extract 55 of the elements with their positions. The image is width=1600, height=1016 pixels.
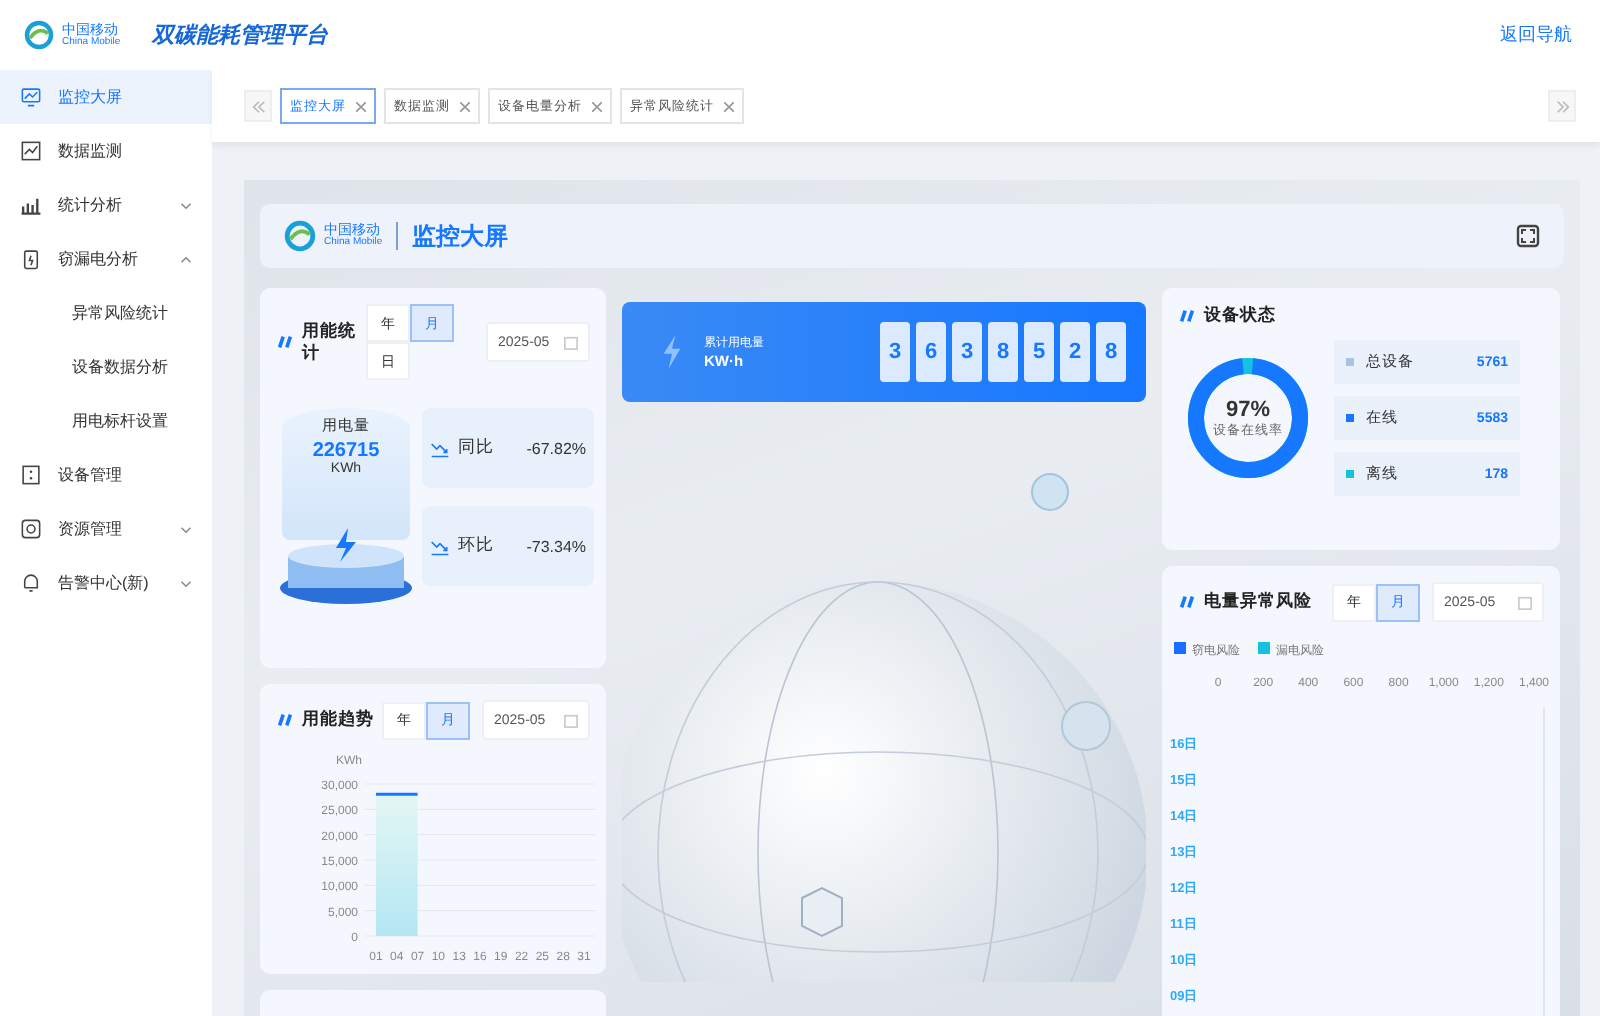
comparison-value: -67.82%	[526, 439, 586, 457]
sidebar-item[interactable]: 告警中心(新)	[0, 556, 212, 610]
sidebar-item[interactable]: 窃漏电分析	[0, 232, 212, 286]
bell-icon	[20, 572, 42, 594]
trend-down-icon	[430, 537, 450, 555]
sidebar-item[interactable]: 统计分析	[0, 178, 212, 232]
double-chevron-left-icon	[251, 99, 265, 113]
double-chevron-right-icon	[1555, 99, 1569, 113]
usage-value: 226715	[312, 440, 380, 462]
comparison-value: -73.34%	[526, 537, 586, 555]
sidebar-item[interactable]: 监控大屏	[0, 70, 212, 124]
bar-chart-icon	[20, 194, 42, 216]
monitor-icon	[20, 86, 42, 108]
title-mark-icon	[276, 336, 294, 348]
close-icon[interactable]	[724, 101, 734, 111]
platform-title: 双碳能耗管理平台	[152, 21, 329, 50]
counter-digit: 6	[916, 322, 946, 382]
sidebar-item[interactable]: 数据监测	[0, 124, 212, 178]
sidebar-item[interactable]: 设备管理	[0, 448, 212, 502]
lightning-icon	[662, 334, 682, 370]
logo-icon	[284, 220, 316, 252]
card-title: 用能趋势	[302, 708, 374, 732]
counter-digit: 5	[1024, 322, 1054, 382]
trend-down-icon	[430, 439, 450, 457]
title-mark-icon	[1178, 596, 1196, 608]
sidebar-item[interactable]: 资源管理	[0, 502, 212, 556]
close-icon[interactable]	[592, 101, 602, 111]
card-title: 电量异常风险	[1204, 590, 1312, 614]
comparison-label: 同比	[458, 436, 494, 460]
title-mark-icon	[276, 714, 294, 726]
logo-icon	[24, 20, 54, 50]
area-series	[376, 792, 418, 936]
pedestal-drawing	[276, 528, 416, 608]
title-mark-icon	[1178, 310, 1196, 322]
counter-digit: 2	[1060, 322, 1090, 382]
counter-digit: 3	[880, 322, 910, 382]
comparison-label: 环比	[458, 534, 494, 558]
battery-icon	[20, 248, 42, 270]
counter-digit: 8	[988, 322, 1018, 382]
dashboard-title: 监控大屏	[412, 219, 509, 253]
close-icon[interactable]	[356, 101, 366, 111]
online-rate-value: 97%	[1225, 397, 1271, 421]
sidebar-subitem[interactable]: 异常风险统计	[0, 286, 212, 340]
counter-digit: 8	[1096, 322, 1126, 382]
card-title: 用能统计	[302, 319, 358, 365]
back-link[interactable]: 返回导航	[1500, 22, 1572, 48]
chart-icon	[20, 140, 42, 162]
scroll-right-button[interactable]	[1548, 90, 1576, 122]
scroll-left-button[interactable]	[244, 90, 272, 122]
counter-digit: 3	[952, 322, 982, 382]
fullscreen-icon[interactable]	[1516, 224, 1540, 248]
sidebar-subitem[interactable]: 用电标杆设置	[0, 394, 212, 448]
sidebar-subitem[interactable]: 设备数据分析	[0, 340, 212, 394]
card-title: 设备状态	[1204, 304, 1276, 328]
close-icon[interactable]	[460, 101, 470, 111]
